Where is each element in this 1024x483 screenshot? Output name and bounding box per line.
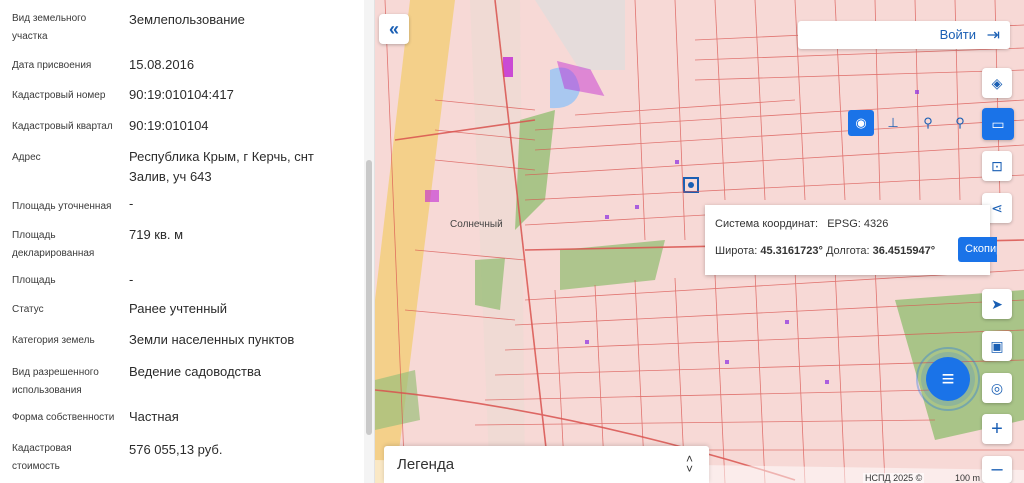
- locate-arrow-icon: ➤: [991, 295, 1003, 312]
- parcel-highlight: [503, 57, 513, 77]
- legend-label: Легенда: [397, 456, 455, 473]
- urban-area: [535, 0, 625, 70]
- info-label: Форма собственности: [12, 412, 115, 423]
- info-label: Дата присвоения: [12, 60, 92, 71]
- locate-button[interactable]: ➤: [982, 289, 1012, 319]
- print-button[interactable]: ▣: [982, 331, 1012, 361]
- collapse-panel-button[interactable]: «: [379, 14, 409, 44]
- info-label: Площадь уточненная: [12, 201, 112, 212]
- info-value: 15.08.2016: [129, 57, 195, 72]
- info-label: Кадастровый квартал: [12, 121, 113, 132]
- info-label: Адрес: [12, 152, 41, 163]
- info-value: Земли населенных пунктов: [129, 332, 295, 347]
- plus-icon: +: [991, 417, 1003, 440]
- longitude-label: Долгота:: [825, 245, 870, 257]
- menu-lines-icon: ≡: [941, 366, 955, 391]
- selected-parcel-dot: [688, 182, 694, 188]
- info-value: 576 055,13 руб.: [129, 442, 223, 457]
- radius-tool-button[interactable]: ⚲: [947, 110, 973, 136]
- ruler-button[interactable]: ▭: [982, 108, 1014, 140]
- parcel-highlight: [425, 190, 439, 202]
- info-label: Кадастровый номер: [12, 90, 106, 101]
- area-icon: ⚲: [923, 115, 933, 130]
- zoom-out-button[interactable]: –: [982, 456, 1012, 483]
- info-label: Вид земельного участка: [12, 13, 87, 42]
- radius-icon: ⚲: [955, 115, 965, 130]
- login-label: Войти: [939, 27, 976, 42]
- coordinate-popup: Система координат: EPSG: 4326 Широта: 45…: [705, 205, 997, 275]
- longitude-value[interactable]: 36.4515947°: [873, 245, 936, 257]
- coordinate-system: Система координат: EPSG: 4326: [715, 218, 888, 230]
- share-icon: ⋖: [991, 199, 1003, 216]
- info-label: Вид разрешенного использования: [12, 367, 99, 396]
- info-value: Республика Крым, г Керчь, снт Залив, уч …: [129, 149, 314, 184]
- legend-panel[interactable]: Легенда ˄ ˅: [384, 446, 709, 483]
- info-value: 719 кв. м: [129, 227, 184, 242]
- info-value[interactable]: 90:19:010104: [129, 116, 354, 136]
- map-scale: 100 m: [955, 473, 981, 483]
- expand-toggle-icon[interactable]: ˄ ˅: [686, 453, 693, 475]
- point-icon: ◉: [855, 115, 867, 130]
- login-arrow-icon: ⇥: [986, 27, 1000, 44]
- area-tool-button[interactable]: ⚲: [915, 110, 941, 136]
- layers-button[interactable]: ◈: [982, 68, 1012, 98]
- copy-coordinates-button[interactable]: Скопировать: [958, 237, 997, 262]
- zoom-in-button[interactable]: +: [982, 414, 1012, 444]
- info-label: Категория земель: [12, 335, 95, 346]
- green-zone: [375, 370, 420, 430]
- print-icon: ▣: [990, 337, 1004, 354]
- layers-icon: ◈: [991, 74, 1003, 91]
- minus-icon: –: [991, 458, 1003, 480]
- double-chevron-left-icon: «: [388, 18, 399, 39]
- map-copyright: НСПД 2025 ©: [863, 473, 925, 483]
- menu-fab-button[interactable]: ≡: [926, 357, 970, 401]
- info-value: Ранее учтенный: [129, 301, 227, 316]
- info-value: Частная: [129, 409, 179, 424]
- ruler-icon: ▭: [991, 115, 1005, 132]
- distance-tool-button[interactable]: ⊥: [880, 110, 906, 136]
- latitude-label: Широта:: [715, 245, 758, 257]
- login-button[interactable]: Войти ⇥: [798, 21, 1010, 49]
- info-label: Статус: [12, 304, 44, 315]
- distance-icon: ⊥: [887, 115, 899, 130]
- info-label: Площадь: [12, 275, 56, 286]
- cadastral-map[interactable]: Солнечный « Войти ⇥ ◈ ▭ ⊡ ⋖ ➤ ▣ ◎ + – ◉ …: [375, 0, 1024, 483]
- info-label: Кадастровая стоимость: [12, 443, 72, 472]
- parcel-info-panel: Вид земельного участка Землепользование …: [0, 0, 375, 483]
- coordinate-values: Широта: 45.3161723° Долгота: 36.4515947°: [715, 245, 935, 257]
- select-area-icon: ⊡: [991, 157, 1003, 174]
- info-label: Площадь декларированная: [12, 230, 95, 259]
- coordinate-system-label: Система координат:: [715, 218, 819, 230]
- point-tool-button[interactable]: ◉: [848, 110, 874, 136]
- coordinate-system-value: EPSG: 4326: [827, 218, 889, 230]
- info-value: -: [129, 272, 134, 287]
- info-value: Землепользование: [129, 12, 245, 27]
- position-icon: ◎: [990, 379, 1004, 396]
- place-label: Солнечный: [450, 219, 503, 230]
- latitude-value[interactable]: 45.3161723°: [760, 245, 823, 257]
- info-value[interactable]: 90:19:010104:417: [129, 85, 354, 105]
- position-button[interactable]: ◎: [982, 373, 1012, 403]
- select-area-button[interactable]: ⊡: [982, 151, 1012, 181]
- panel-scrollbar-thumb[interactable]: [366, 160, 372, 435]
- info-value: Ведение садоводства: [129, 364, 261, 379]
- green-zone: [475, 258, 505, 310]
- info-value: -: [129, 196, 134, 211]
